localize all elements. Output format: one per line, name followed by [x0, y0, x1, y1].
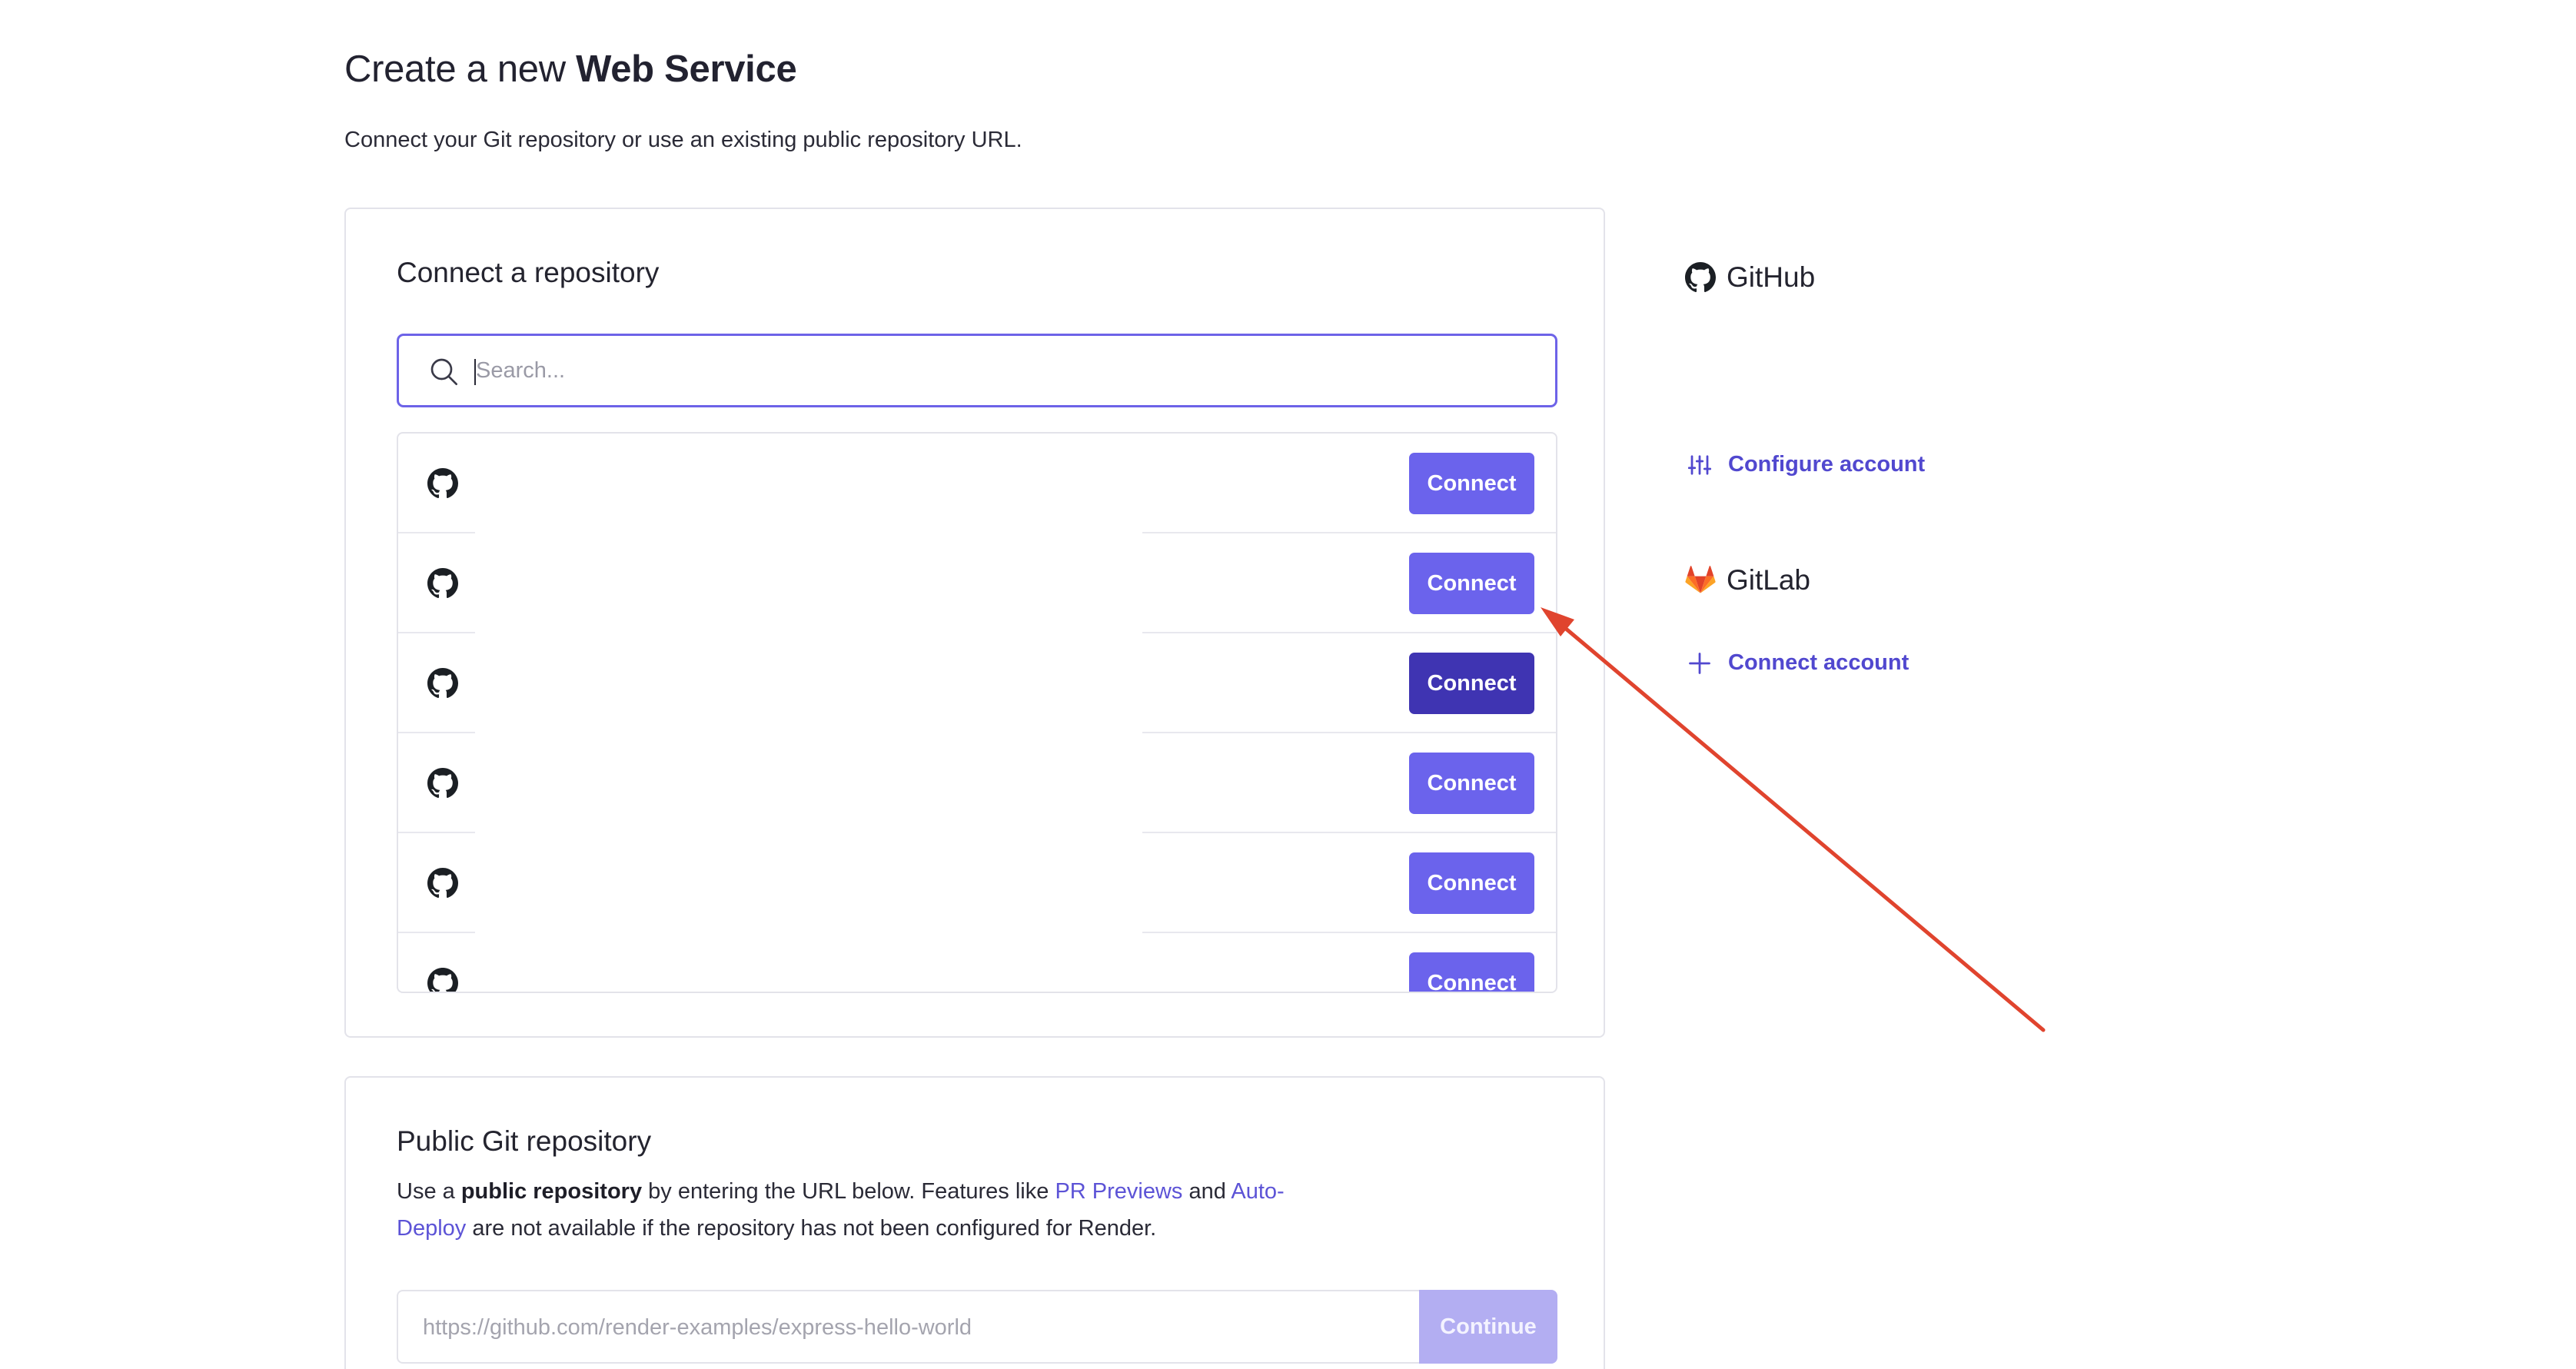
page-title-emphasis: Web Service: [576, 48, 797, 90]
public-repository-card: Public Git repository Use a public repos…: [344, 1076, 1605, 1369]
sliders-icon: [1688, 454, 1711, 475]
page-subtitle: Connect your Git repository or use an ex…: [344, 128, 1022, 152]
github-provider: GitHub: [1685, 261, 1815, 294]
desc-bold-text: public repository: [460, 1179, 643, 1204]
repository-url-field[interactable]: [397, 1290, 1419, 1364]
github-icon: [427, 868, 458, 899]
page-title: Create a new Web Service: [344, 48, 797, 91]
redacted-area: [475, 833, 1142, 935]
configure-account-label: Configure account: [1728, 452, 1926, 477]
plus-icon: [1689, 652, 1710, 674]
repository-row: Connect: [398, 434, 1556, 535]
search-input[interactable]: [476, 348, 1537, 393]
connect-button[interactable]: Connect: [1409, 453, 1534, 514]
pr-previews-link[interactable]: PR Previews: [1055, 1179, 1182, 1204]
connect-account-link[interactable]: Connect account: [1688, 650, 1909, 676]
search-box[interactable]: [397, 334, 1557, 407]
public-repository-heading: Public Git repository: [397, 1125, 652, 1157]
continue-button[interactable]: Continue: [1419, 1290, 1557, 1364]
connect-button[interactable]: Connect: [1409, 553, 1534, 614]
repository-row: Connect: [398, 933, 1556, 992]
repository-row: Connect: [398, 633, 1556, 735]
desc-text: and: [1188, 1179, 1226, 1204]
repository-row: Connect: [398, 833, 1556, 935]
github-icon: [427, 768, 458, 799]
github-label: GitHub: [1727, 261, 1816, 293]
github-icon: [427, 468, 458, 499]
github-icon: [427, 568, 458, 599]
connect-button[interactable]: Connect: [1409, 952, 1534, 992]
search-icon: [430, 358, 457, 385]
text-caret: [474, 359, 476, 385]
connect-repository-heading: Connect a repository: [397, 257, 660, 288]
redacted-area: [475, 434, 1142, 535]
github-icon: [427, 968, 458, 992]
connect-button[interactable]: Connect: [1409, 653, 1534, 714]
redacted-area: [475, 733, 1142, 835]
desc-text: Use a: [397, 1179, 455, 1204]
gitlab-label: GitLab: [1727, 564, 1811, 596]
repository-row: Connect: [398, 533, 1556, 635]
desc-text: are not available if the repository has …: [472, 1216, 1157, 1241]
repository-url-input[interactable]: [423, 1305, 1391, 1350]
configure-account-link[interactable]: Configure account: [1688, 452, 1925, 477]
connect-repository-card: Connect a repository Connect Connect Con…: [344, 208, 1605, 1038]
redacted-area: [475, 533, 1142, 635]
gitlab-icon: [1685, 566, 1716, 593]
github-icon: [427, 668, 458, 699]
connect-button[interactable]: Connect: [1409, 753, 1534, 814]
repository-row: Connect: [398, 733, 1556, 835]
redacted-area: [475, 633, 1142, 735]
github-icon: [1685, 262, 1716, 293]
connect-account-label: Connect account: [1728, 650, 1910, 675]
connect-button[interactable]: Connect: [1409, 852, 1534, 914]
page-title-prefix: Create a new: [344, 48, 566, 90]
desc-text: by entering the URL below. Features like: [648, 1179, 1049, 1204]
public-repository-description: Use a public repository by entering the …: [397, 1173, 1304, 1247]
repository-list[interactable]: Connect Connect Connect Connect Connect: [397, 432, 1557, 993]
gitlab-provider: GitLab: [1685, 564, 1810, 596]
redacted-area: [475, 933, 1142, 992]
